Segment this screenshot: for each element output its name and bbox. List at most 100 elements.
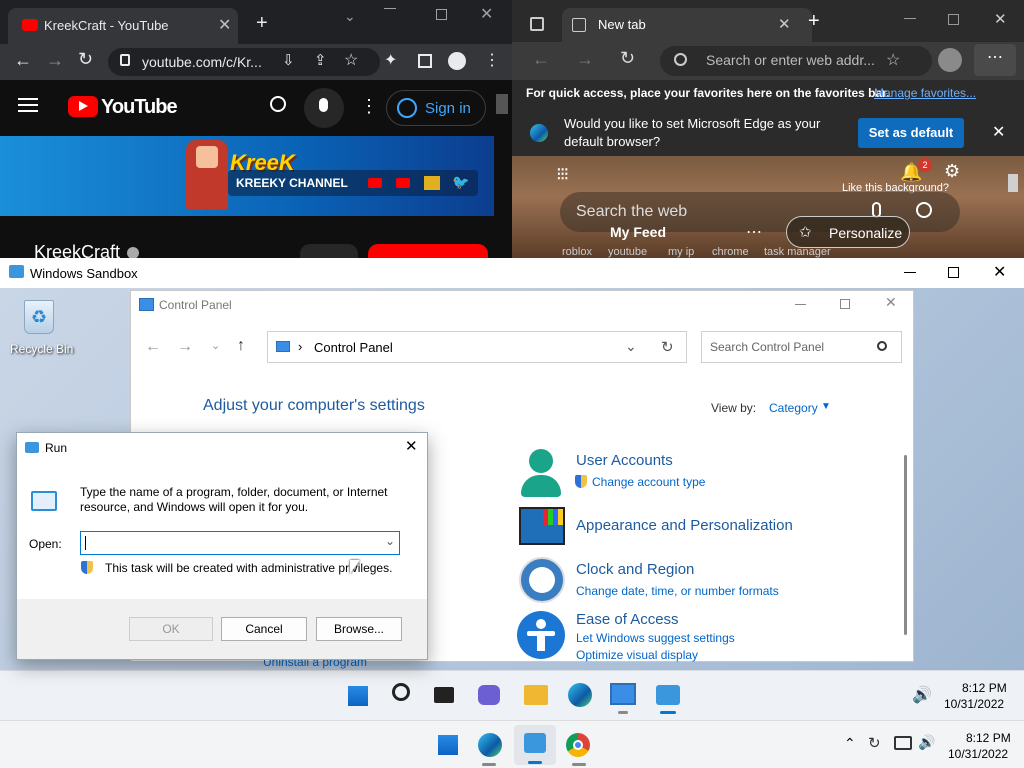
host-clock-time[interactable]: 8:12 PM <box>966 731 1011 745</box>
share-icon[interactable]: ⇪ <box>314 51 327 69</box>
back-arrow-icon[interactable]: ← <box>145 338 161 356</box>
sync-icon[interactable]: ↻ <box>868 734 881 752</box>
dismiss-prompt-icon[interactable]: ✕ <box>992 122 1005 142</box>
start-button-icon[interactable] <box>436 733 460 757</box>
let-windows-suggest-link[interactable]: Let Windows suggest settings <box>576 631 735 645</box>
sign-in-button[interactable]: Sign in <box>386 90 486 126</box>
search-control-panel-input[interactable]: Search Control Panel <box>701 331 902 363</box>
control-panel-taskbar-icon[interactable] <box>610 683 636 705</box>
reload-icon[interactable]: ↻ <box>78 49 93 70</box>
close-window-icon[interactable]: ✕ <box>405 437 418 455</box>
cancel-button[interactable]: Cancel <box>221 617 307 641</box>
quicklink-chrome[interactable]: chrome <box>712 246 749 258</box>
edge-tab-new-tab[interactable]: New tab ✕ <box>562 8 812 42</box>
close-window-icon[interactable]: ✕ <box>480 4 493 24</box>
back-arrow-icon[interactable]: ← <box>14 50 32 71</box>
close-window-icon[interactable]: ✕ <box>994 10 1007 28</box>
feed-more-icon[interactable]: ⋯ <box>746 222 762 242</box>
hamburger-menu-icon[interactable] <box>18 98 38 100</box>
network-icon[interactable] <box>894 736 912 750</box>
profile-icon[interactable] <box>448 52 466 70</box>
more-options-icon[interactable]: ⋮ <box>360 96 378 117</box>
view-by-dropdown[interactable]: Category <box>769 401 818 415</box>
join-button[interactable] <box>300 244 358 258</box>
up-arrow-icon[interactable]: ↑ <box>237 337 245 355</box>
refresh-icon[interactable]: ↻ <box>661 338 674 356</box>
scrollbar-thumb[interactable] <box>1008 174 1018 192</box>
page-settings-gear-icon[interactable]: ⚙ <box>944 161 960 182</box>
category-title[interactable]: Ease of Access <box>576 611 679 628</box>
sandbox-clock-date[interactable]: 10/31/2022 <box>944 697 1004 711</box>
category-title[interactable]: Appearance and Personalization <box>576 517 793 534</box>
bookmark-star-icon[interactable]: ☆ <box>344 50 358 70</box>
back-arrow-icon[interactable]: ← <box>532 49 550 70</box>
manage-favorites-link[interactable]: Manage favorites... <box>874 86 976 100</box>
app-launcher-icon[interactable]: ⁝⁝⁝ <box>556 164 569 185</box>
chevron-down-icon[interactable]: ⌄ <box>344 8 356 25</box>
side-panel-icon[interactable] <box>418 54 432 68</box>
youtube-logo-icon[interactable] <box>68 96 98 117</box>
maximize-icon[interactable] <box>948 14 959 25</box>
new-tab-icon[interactable]: + <box>808 10 820 33</box>
ok-button[interactable]: OK <box>129 617 213 641</box>
scrollbar-thumb[interactable] <box>496 94 508 114</box>
twitter-link-icon[interactable]: 🐦 <box>452 174 469 191</box>
optimize-visual-display-link[interactable]: Optimize visual display <box>576 648 698 662</box>
close-tab-icon[interactable]: ✕ <box>218 15 231 35</box>
category-title[interactable]: Clock and Region <box>576 561 694 578</box>
host-clock-date[interactable]: 10/31/2022 <box>948 747 1008 761</box>
chrome-tab-youtube[interactable]: KreekCraft - YouTube ✕ <box>8 8 238 44</box>
voice-search-button[interactable] <box>304 88 344 128</box>
search-icon[interactable] <box>392 683 410 701</box>
chevron-down-icon[interactable]: ⌄ <box>385 534 395 548</box>
file-explorer-icon[interactable] <box>524 685 548 705</box>
close-window-icon[interactable]: ✕ <box>993 262 1006 282</box>
maximize-icon[interactable] <box>436 9 447 20</box>
minimize-icon[interactable] <box>795 304 806 305</box>
volume-icon[interactable]: 🔊 <box>912 685 932 705</box>
minimize-icon[interactable] <box>384 8 396 20</box>
youtube-link-icon[interactable] <box>368 178 382 188</box>
profile-icon[interactable] <box>938 48 962 72</box>
category-appearance[interactable]: Appearance and Personalization <box>517 505 897 551</box>
extensions-icon[interactable]: ✦ <box>384 50 397 70</box>
category-ease-of-access[interactable]: Ease of Access Let Windows suggest setti… <box>517 609 897 662</box>
breadcrumb[interactable]: Control Panel <box>314 340 393 355</box>
search-icon[interactable] <box>877 341 887 351</box>
category-user-accounts[interactable]: User Accounts Change account type <box>517 447 897 501</box>
change-date-time-link[interactable]: Change date, time, or number formats <box>576 584 779 598</box>
view-by-chevron-icon[interactable]: ▼ <box>821 401 831 412</box>
start-button-icon[interactable] <box>346 684 370 708</box>
volume-icon[interactable]: 🔊 <box>918 734 935 751</box>
recycle-bin-shortcut[interactable]: ♻ Recycle Bin <box>8 298 73 362</box>
add-favorite-icon[interactable]: ☆ <box>886 50 900 70</box>
chevron-down-icon[interactable]: ⌄ <box>625 338 637 355</box>
maximize-icon[interactable] <box>840 299 850 309</box>
reload-icon[interactable]: ↻ <box>620 48 635 69</box>
quicklink-task-manager[interactable]: task manager <box>764 246 831 258</box>
subscribe-button[interactable] <box>368 244 488 258</box>
sandbox-taskbar-button[interactable] <box>514 725 556 765</box>
address-bar[interactable]: › Control Panel ⌄ ↻ <box>267 331 687 363</box>
forward-arrow-icon[interactable]: → <box>46 50 64 71</box>
youtube-link-icon-2[interactable] <box>396 178 410 188</box>
quicklink-my-ip[interactable]: my ip <box>668 246 694 258</box>
category-title[interactable]: User Accounts <box>576 452 673 469</box>
set-as-default-button[interactable]: Set as default <box>858 118 964 148</box>
install-icon[interactable]: ⇩ <box>282 51 295 69</box>
personalize-button[interactable]: ✩ Personalize <box>786 216 910 248</box>
scrollbar-thumb[interactable] <box>904 455 907 635</box>
chrome-address-bar[interactable]: youtube.com/c/Kr... <box>108 48 380 76</box>
maximize-icon[interactable] <box>948 267 959 278</box>
sandbox-clock-time[interactable]: 8:12 PM <box>962 681 1007 695</box>
search-icon[interactable] <box>270 96 286 112</box>
new-tab-icon[interactable]: + <box>256 12 268 35</box>
minimize-icon[interactable] <box>904 18 916 30</box>
chrome-taskbar-icon[interactable] <box>566 733 590 757</box>
recent-locations-icon[interactable]: ⌄ <box>211 339 220 352</box>
close-tab-icon[interactable]: ✕ <box>778 15 791 33</box>
minimize-icon[interactable] <box>904 272 916 273</box>
chrome-menu-icon[interactable]: ⋮ <box>484 50 500 70</box>
browse-button[interactable]: Browse... <box>316 617 402 641</box>
settings-more-icon[interactable]: ⋯ <box>974 44 1016 76</box>
